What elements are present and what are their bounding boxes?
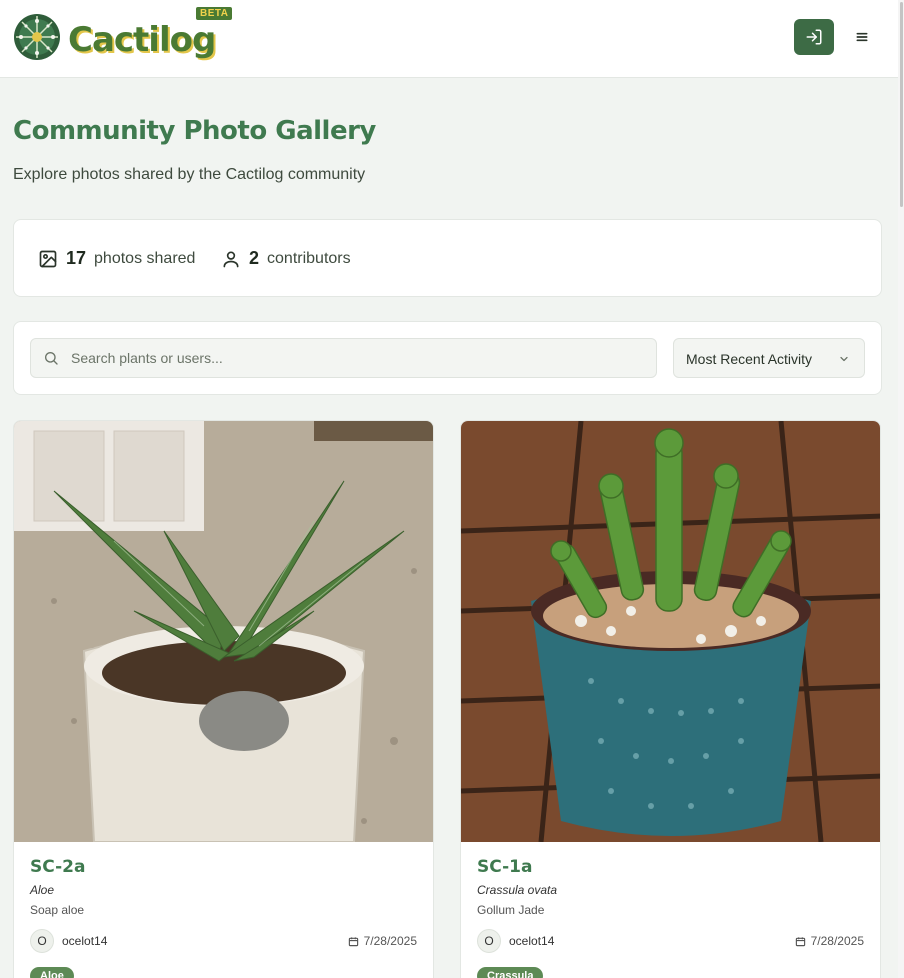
- plant-card[interactable]: SC-2a Aloe Soap aloe O ocelot14 7/28/202…: [13, 420, 434, 978]
- beta-badge: BETA: [196, 7, 233, 20]
- search-box[interactable]: [30, 338, 657, 378]
- genus-tag[interactable]: Crassula: [477, 967, 544, 978]
- avatar[interactable]: O: [477, 929, 501, 953]
- scrollbar-thumb[interactable]: [900, 2, 903, 207]
- page-subtitle: Explore photos shared by the Cactilog co…: [13, 166, 366, 183]
- brand-name[interactable]: Cactilog: [68, 20, 216, 60]
- image-icon: [39, 250, 57, 267]
- plant-common-name: Soap aloe: [30, 903, 85, 917]
- search-input[interactable]: [71, 339, 651, 377]
- plant-photo[interactable]: [14, 421, 434, 842]
- login-icon: [806, 29, 822, 45]
- plant-scientific-name: Crassula ovata: [477, 883, 558, 897]
- contributors-count: 2: [249, 248, 260, 268]
- photo-date-text: 7/28/2025: [810, 934, 864, 948]
- plant-photo[interactable]: [461, 421, 881, 842]
- photos-stat: 17 photos shared: [38, 248, 195, 269]
- chevron-down-icon: [840, 356, 848, 362]
- calendar-icon: [795, 936, 805, 946]
- menu-button[interactable]: [846, 21, 878, 53]
- stats-card: 17 photos shared 2 contributors: [13, 219, 882, 297]
- photo-date: 7/28/2025: [348, 934, 417, 948]
- cactus-logo-icon[interactable]: [13, 13, 61, 61]
- plant-name[interactable]: SC-2a: [30, 857, 85, 877]
- username[interactable]: ocelot14: [62, 934, 107, 948]
- user-icon: [223, 251, 239, 267]
- avatar[interactable]: O: [30, 929, 54, 953]
- contributors-label: contributors: [267, 249, 351, 267]
- contributors-stat: 2 contributors: [221, 248, 351, 269]
- sort-select[interactable]: Most Recent Activity: [673, 338, 865, 378]
- login-button[interactable]: [794, 19, 834, 55]
- photo-date: 7/28/2025: [795, 934, 864, 948]
- menu-icon: [856, 32, 868, 42]
- genus-tag[interactable]: Aloe: [30, 967, 74, 978]
- plant-name[interactable]: SC-1a: [477, 857, 532, 877]
- calendar-icon: [348, 936, 358, 946]
- search-icon: [45, 352, 58, 365]
- page-title: Community Photo Gallery: [13, 116, 376, 146]
- photos-count: 17: [66, 248, 87, 268]
- plant-card[interactable]: SC-1a Crassula ovata Gollum Jade O ocelo…: [460, 420, 881, 978]
- username[interactable]: ocelot14: [509, 934, 554, 948]
- sort-selected-value: Most Recent Activity: [686, 351, 813, 367]
- plant-common-name: Gollum Jade: [477, 903, 545, 917]
- top-header: Cactilog BETA: [0, 0, 898, 78]
- photos-label: photos shared: [94, 249, 196, 267]
- plant-scientific-name: Aloe: [30, 883, 55, 897]
- photo-date-text: 7/28/2025: [363, 934, 417, 948]
- filter-card: Most Recent Activity: [13, 321, 882, 395]
